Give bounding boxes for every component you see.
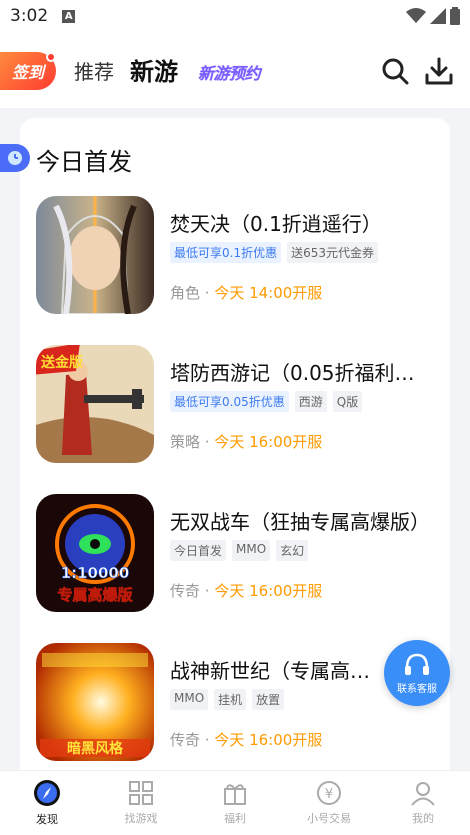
download-icon[interactable] xyxy=(424,56,454,86)
game-tag: 最低可享0.05折优惠 xyxy=(170,391,289,412)
game-tag: 放置 xyxy=(252,689,285,710)
thumb-ratio-text: 1:10000 xyxy=(61,564,130,582)
game-tags: MMO 挂机 放置 xyxy=(170,689,285,710)
game-open-time: 今天 16:00开服 xyxy=(214,582,323,600)
game-tags: 今日首发 MMO 玄幻 xyxy=(170,540,309,561)
bottom-tab-label: 找游戏 xyxy=(124,812,158,825)
game-category: 传奇 · xyxy=(170,582,215,600)
customer-service-button[interactable]: 联系客服 xyxy=(384,640,450,706)
thumb-version-text: 专属高爆版 xyxy=(57,586,132,604)
game-tag: MMO xyxy=(170,689,209,710)
game-tag: 送653元代金券 xyxy=(287,242,378,263)
bottom-tab-discover[interactable]: 发现 xyxy=(0,771,94,835)
game-name: 焚天决（0.1折逍遥行） xyxy=(170,212,382,236)
bottom-tab-label: 我的 xyxy=(412,812,434,825)
game-tag: 玄幻 xyxy=(276,540,309,561)
game-tag: Q版 xyxy=(332,391,363,412)
game-item[interactable]: 焚天决（0.1折逍遥行） 最低可享0.1折优惠 送653元代金券 角色 · 今天… xyxy=(36,196,456,316)
top-nav: 签到 推荐 新游 新游预约 xyxy=(0,32,470,108)
notification-a-icon: A xyxy=(62,9,76,23)
game-category: 策略 · xyxy=(170,433,215,451)
game-item[interactable]: 1:10000 专属高爆版 无双战车（狂抽专属高爆版） 今日首发 MMO 玄幻 … xyxy=(36,494,456,614)
bottom-tab-mine[interactable]: 我的 xyxy=(376,771,470,835)
clock-icon xyxy=(0,144,30,172)
thumb-badge-text: 送金版 xyxy=(40,354,83,371)
search-icon[interactable] xyxy=(380,56,410,86)
battery-icon xyxy=(450,7,460,25)
grid-icon xyxy=(129,781,153,805)
game-tag: 最低可享0.1折优惠 xyxy=(170,242,282,263)
section-title: 今日首发 xyxy=(36,148,132,176)
compass-icon xyxy=(34,780,60,806)
game-tag: 挂机 xyxy=(214,689,247,710)
bottom-tab-label: 小号交易 xyxy=(307,812,351,825)
tab-recommend[interactable]: 推荐 xyxy=(74,56,114,85)
game-name: 无双战车（狂抽专属高爆版） xyxy=(170,510,430,534)
customer-service-label: 联系客服 xyxy=(397,683,437,695)
tab-new-game-reservation[interactable]: 新游预约 xyxy=(198,60,261,84)
game-open-time: 今天 16:00开服 xyxy=(214,433,323,451)
svg-text:¥: ¥ xyxy=(325,787,333,802)
bottom-tab-find-games[interactable]: 找游戏 xyxy=(94,771,188,835)
bottom-tab-label: 福利 xyxy=(224,812,246,825)
game-meta: 策略 · 今天 16:00开服 xyxy=(170,431,322,452)
signal-icon xyxy=(430,8,446,24)
status-bar: 3:02 A xyxy=(0,0,470,32)
bottom-tab-label: 发现 xyxy=(36,813,58,826)
bottom-tab-account-trade[interactable]: ¥ 小号交易 xyxy=(282,771,376,835)
game-category: 角色 · xyxy=(170,284,215,302)
game-name: 塔防西游记（0.05折福利版） xyxy=(170,361,432,385)
game-thumbnail[interactable]: 1:10000 专属高爆版 xyxy=(36,494,154,612)
game-category: 传奇 · xyxy=(170,731,215,749)
gift-icon xyxy=(224,784,246,805)
exchange-icon: ¥ xyxy=(317,781,341,805)
game-thumbnail[interactable]: 暗黑风格 xyxy=(36,643,154,761)
tab-new-games[interactable]: 新游 xyxy=(130,52,178,87)
wifi-icon xyxy=(406,8,426,23)
game-item[interactable]: 送金版 塔防西游记（0.05折福利版） 最低可享0.05折优惠 西游 Q版 策略… xyxy=(36,345,456,465)
game-tags: 最低可享0.1折优惠 送653元代金券 xyxy=(170,242,378,263)
game-thumbnail[interactable] xyxy=(36,196,154,314)
status-icons xyxy=(406,7,460,25)
thumb-title-text: 暗黑风格 xyxy=(67,740,124,757)
game-meta: 角色 · 今天 14:00开服 xyxy=(170,282,322,303)
game-name: 战神新世纪（专属高爆版） xyxy=(170,659,384,683)
headset-icon xyxy=(405,653,429,675)
signin-red-dot xyxy=(46,52,56,62)
game-tags: 最低可享0.05折优惠 西游 Q版 xyxy=(170,391,363,412)
game-thumbnail[interactable]: 送金版 xyxy=(36,345,154,463)
game-tag: 西游 xyxy=(294,391,327,412)
game-tag: 今日首发 xyxy=(170,540,227,561)
game-meta: 传奇 · 今天 16:00开服 xyxy=(170,580,322,601)
game-open-time: 今天 16:00开服 xyxy=(214,731,323,749)
user-icon xyxy=(411,782,435,806)
status-time: 3:02 xyxy=(10,6,49,26)
bottom-tab-welfare[interactable]: 福利 xyxy=(188,771,282,835)
game-meta: 传奇 · 今天 16:00开服 xyxy=(170,729,322,750)
game-open-time: 今天 14:00开服 xyxy=(214,284,323,302)
game-tag: MMO xyxy=(232,540,271,561)
bottom-nav: 发现 找游戏 福利 ¥ 小号交易 我的 xyxy=(0,770,470,835)
